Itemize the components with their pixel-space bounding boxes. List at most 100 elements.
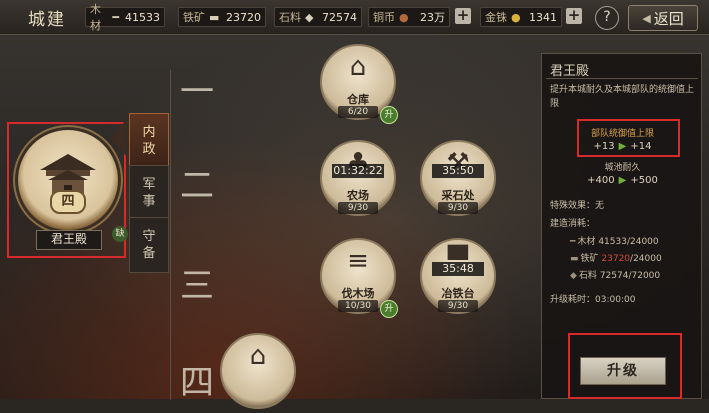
tab-pointer xyxy=(110,120,126,156)
copper-icon: ● xyxy=(399,10,409,24)
resource-label: 石料 xyxy=(279,11,301,24)
tab-label: 内 xyxy=(142,125,156,140)
add-gold-button[interactable]: + xyxy=(566,8,582,24)
stone-icon: ◆ xyxy=(305,10,314,24)
building-lumber-mill[interactable]: ≡ 伐木场 10/30 升 xyxy=(320,238,400,318)
back-button[interactable]: ◀ 返回 xyxy=(628,5,698,31)
resource-gold: 金铢 ● 1341 xyxy=(480,7,562,27)
resource-value: 72574 xyxy=(322,10,357,24)
highlight-box-upgrade xyxy=(568,333,682,399)
lord-hall-emblem xyxy=(18,130,118,230)
tab-military[interactable]: 军 事 xyxy=(129,165,169,221)
detail-title: 君王殿 xyxy=(550,64,590,79)
upgrade-available-icon: 升 xyxy=(380,106,398,124)
cost-need: /24000 xyxy=(626,237,659,247)
tab-label: 备 xyxy=(142,246,156,261)
logs-icon: ≡ xyxy=(347,246,369,276)
building-level: 10/30 xyxy=(338,300,378,312)
tab-label: 守 xyxy=(142,229,156,244)
stat-title: 部队统御值上限 xyxy=(590,129,654,139)
upgrade-time: 升级耗时：03:00:00 xyxy=(550,295,636,305)
building-quarry[interactable]: ⚒ 35:50 采石处 9/30 xyxy=(420,140,500,220)
resource-label: 木材 xyxy=(90,3,101,32)
cost-name: 铁矿 xyxy=(580,254,599,264)
palace-icon xyxy=(40,154,96,196)
tab-label: 事 xyxy=(142,194,156,209)
building-level: 9/30 xyxy=(338,202,378,214)
divider xyxy=(546,78,698,79)
building-farm[interactable]: ♣ 01:32:22 农场 9/30 xyxy=(320,140,400,220)
arrow-right-icon: ▶ xyxy=(618,141,627,152)
building-name: 仓库 xyxy=(347,93,369,106)
build-timer: 35:50 xyxy=(432,164,484,178)
cost-wood: ━ 木材 41533/24000 xyxy=(570,234,659,247)
house-icon: ⌂ xyxy=(249,341,267,371)
resource-value: 23720 xyxy=(226,10,261,24)
stat-from: +13 xyxy=(593,141,615,152)
cost-name: 石料 xyxy=(578,271,597,281)
iron-icon: ▬ xyxy=(570,254,579,264)
upgrade-available-icon: 升 xyxy=(380,300,398,318)
building-name: 采石处 xyxy=(441,189,475,202)
page-title: 城建 xyxy=(28,10,66,30)
wood-icon: ━ xyxy=(112,10,119,24)
cost-iron: ▬ 铁矿 23720/24000 xyxy=(570,251,662,264)
stone-icon: ◆ xyxy=(570,271,577,281)
special-effect: 特殊效果：无 xyxy=(550,201,605,211)
building-row4[interactable]: ⌂ xyxy=(220,333,300,413)
resource-copper: 铜币 ● 23万 xyxy=(368,7,450,27)
resource-value: 23万 xyxy=(420,11,445,24)
resource-wood: 木材 ━ 41533 xyxy=(85,3,165,32)
add-copper-button[interactable]: + xyxy=(455,8,471,24)
lord-hall-building[interactable]: 四 君王殿 缺 xyxy=(16,130,128,250)
tab-label: 政 xyxy=(142,142,156,157)
cost-have: 41533 xyxy=(598,237,627,247)
building-warehouse[interactable]: ⌂ 仓库 6/20 升 xyxy=(320,44,400,124)
lord-hall-name: 君王殿 xyxy=(36,230,102,250)
tab-internal-affairs[interactable]: 内 政 xyxy=(129,113,169,169)
stat-values: +400 ▶ +500 xyxy=(542,175,703,186)
warehouse-icon: ⌂ xyxy=(349,52,367,82)
build-timer: 01:32:22 xyxy=(332,164,384,178)
cost-need: /72000 xyxy=(628,271,661,281)
row-numeral: 四 xyxy=(180,363,214,403)
resource-value: 1341 xyxy=(529,10,557,24)
tab-defense[interactable]: 守 备 xyxy=(129,217,169,273)
stat-values: +13 ▶ +14 xyxy=(542,141,703,152)
resource-label: 金铢 xyxy=(485,11,507,24)
building-level: 9/30 xyxy=(438,300,478,312)
resource-label: 铁矿 xyxy=(183,11,205,24)
building-level: 9/30 xyxy=(438,202,478,214)
building-level: 6/20 xyxy=(338,106,378,118)
divider xyxy=(170,70,171,400)
building-name: 伐木场 xyxy=(341,287,375,300)
stat-from: +400 xyxy=(587,175,615,186)
resource-value: 41533 xyxy=(125,10,160,24)
stat-title: 城池耐久 xyxy=(604,163,641,173)
build-timer: 35:48 xyxy=(432,262,484,276)
row-numeral: 一 xyxy=(180,72,214,112)
stat-to: +500 xyxy=(630,175,658,186)
building-smelter[interactable]: ▀ 35:48 冶铁台 9/30 xyxy=(420,238,500,318)
stat-to: +14 xyxy=(630,141,652,152)
gold-icon: ● xyxy=(511,10,521,24)
building-name: 冶铁台 xyxy=(441,287,475,300)
cost-label: 建造消耗： xyxy=(550,219,596,229)
row-numeral: 二 xyxy=(180,166,214,206)
resource-stone: 石料 ◆ 72574 xyxy=(274,7,362,27)
cost-need: /24000 xyxy=(630,254,662,264)
resource-label: 铜币 xyxy=(373,11,395,24)
help-button[interactable]: ? xyxy=(595,6,619,30)
level-badge: 四 xyxy=(50,190,86,214)
wood-icon: ━ xyxy=(570,237,576,247)
detail-description: 提升本城耐久及本城部队的统御值上限 xyxy=(550,85,695,109)
iron-icon: ▬ xyxy=(209,10,220,24)
status-tag: 缺 xyxy=(112,226,128,242)
row-numeral: 三 xyxy=(180,266,214,306)
back-label: 返回 xyxy=(653,9,684,28)
cost-stone: ◆ 石料 72574/72000 xyxy=(570,268,660,281)
tab-label: 军 xyxy=(142,177,156,192)
cost-have: 23720 xyxy=(601,254,631,264)
arrow-right-icon: ▶ xyxy=(618,175,627,186)
back-arrow-icon: ◀ xyxy=(642,11,651,25)
